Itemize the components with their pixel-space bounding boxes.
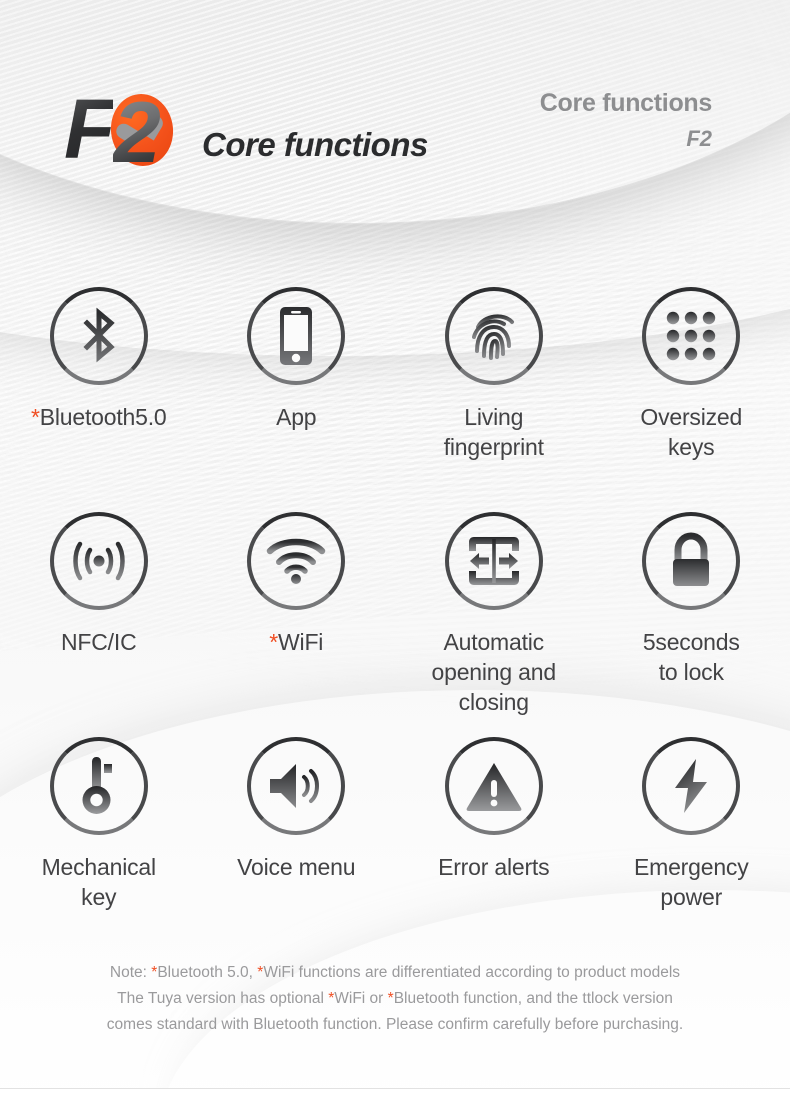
footnote-text: WiFi or bbox=[334, 990, 388, 1007]
feature-oversized-keys: Oversized keys bbox=[593, 270, 790, 495]
header: F 2 Core functions Core functions F2 bbox=[0, 0, 790, 200]
feature-label: *WiFi bbox=[269, 629, 324, 655]
feature-label: Voice menu bbox=[237, 854, 356, 880]
lightning-bolt-icon bbox=[642, 737, 741, 835]
smartphone-app-icon bbox=[247, 287, 346, 385]
header-title: Core functions bbox=[539, 89, 713, 117]
feature-voice-menu: Voice menu bbox=[198, 720, 396, 945]
bottom-whitespace bbox=[0, 1089, 790, 1113]
feature-fingerprint: Living fingerprint bbox=[395, 270, 593, 495]
feature-grid: *Bluetooth5.0 App Living fingerprint Ove… bbox=[0, 270, 790, 945]
feature-nfc: NFC/IC bbox=[0, 495, 198, 720]
feature-row: NFC/IC *WiFi Automatic opening and closi… bbox=[0, 495, 790, 720]
footnote-text: The Tuya version has optional bbox=[117, 990, 329, 1007]
feature-bluetooth: *Bluetooth5.0 bbox=[0, 270, 198, 495]
feature-label: App bbox=[276, 404, 317, 430]
footnote: Note: *Bluetooth 5.0, *WiFi functions ar… bbox=[0, 960, 790, 1038]
asterisk-marker: * bbox=[269, 629, 279, 655]
feature-label: Living fingerprint bbox=[443, 404, 544, 460]
logo-tagline: Core functions bbox=[202, 126, 428, 163]
brand-logo: F 2 Core functions bbox=[64, 82, 428, 176]
feature-row: *Bluetooth5.0 App Living fingerprint Ove… bbox=[0, 270, 790, 495]
logo-digit-2: 2 bbox=[113, 85, 161, 181]
feature-emergency-power: Emergency power bbox=[593, 720, 790, 945]
bluetooth-icon bbox=[49, 287, 148, 385]
footnote-line-2: The Tuya version has optional *WiFi or *… bbox=[0, 986, 790, 1012]
auto-open-close-icon bbox=[444, 512, 543, 610]
fingerprint-icon bbox=[444, 287, 543, 385]
logo-mark: F 2 bbox=[64, 82, 194, 176]
footnote-text: Bluetooth 5.0, bbox=[157, 964, 258, 981]
feature-label: Automatic opening and closing bbox=[431, 629, 557, 715]
logo-letter-f: F bbox=[64, 82, 115, 176]
feature-label: *Bluetooth5.0 bbox=[30, 404, 167, 430]
header-subtitle: F2 bbox=[686, 126, 712, 151]
feature-mechanical-key: Mechanical key bbox=[0, 720, 198, 945]
footnote-text: Bluetooth function, and the ttlock versi… bbox=[393, 990, 673, 1007]
speaker-voice-icon bbox=[247, 737, 346, 835]
footnote-line-3: comes standard with Bluetooth function. … bbox=[106, 1016, 684, 1033]
feature-label: Oversized keys bbox=[640, 404, 743, 460]
feature-label: 5seconds to lock bbox=[642, 629, 740, 685]
footnote-text: WiFi functions are differentiated accord… bbox=[263, 964, 681, 981]
feature-label: Error alerts bbox=[438, 854, 550, 880]
feature-wifi: *WiFi bbox=[198, 495, 396, 720]
feature-error-alerts: Error alerts bbox=[395, 720, 593, 945]
feature-label: Emergency power bbox=[633, 854, 749, 910]
feature-label: NFC/IC bbox=[61, 629, 137, 655]
feature-label: Mechanical key bbox=[41, 854, 157, 910]
warning-triangle-icon bbox=[444, 737, 543, 835]
asterisk-marker: * bbox=[30, 404, 40, 430]
keypad-dots-icon bbox=[642, 287, 741, 385]
feature-row: Mechanical key Voice menu Error alerts E… bbox=[0, 720, 790, 945]
nfc-wave-icon bbox=[49, 512, 148, 610]
header-right-text: Core functions F2 bbox=[539, 88, 713, 152]
poster-page: F 2 Core functions Core functions F2 *Bl… bbox=[0, 0, 790, 1113]
padlock-icon bbox=[642, 512, 741, 610]
feature-app: App bbox=[198, 270, 396, 495]
wifi-icon bbox=[247, 512, 346, 610]
footnote-prefix: Note: bbox=[109, 964, 152, 981]
footnote-line-1: Note: *Bluetooth 5.0, *WiFi functions ar… bbox=[0, 960, 790, 986]
feature-auto-open-close: Automatic opening and closing bbox=[395, 495, 593, 720]
key-icon bbox=[49, 737, 148, 835]
feature-5seconds-lock: 5seconds to lock bbox=[593, 495, 790, 720]
